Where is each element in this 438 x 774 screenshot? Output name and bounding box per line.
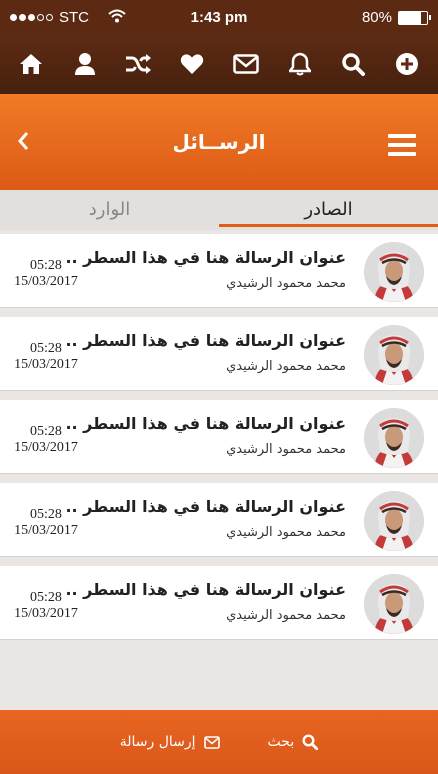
message-row[interactable]: عنوان الرسالة هنا في هذا السطر .. محمد م… — [0, 317, 438, 391]
message-row[interactable]: عنوان الرسالة هنا في هذا السطر .. محمد م… — [0, 400, 438, 474]
message-date: 15/03/2017 — [14, 440, 78, 455]
user-icon[interactable] — [72, 51, 98, 77]
search-icon[interactable] — [340, 51, 366, 77]
battery-percent: 80% — [361, 9, 392, 26]
message-date: 15/03/2017 — [14, 274, 78, 289]
avatar — [364, 325, 424, 385]
message-meta: 05:28 15/03/2017 — [10, 424, 82, 456]
shuffle-icon[interactable] — [125, 51, 152, 77]
search-icon — [302, 734, 319, 750]
heart-icon[interactable] — [179, 51, 205, 77]
message-tabs: الصادر الوارد — [0, 190, 438, 230]
tab-incoming[interactable]: الوارد — [0, 190, 219, 230]
send-message-label: إرسال رسالة — [119, 734, 196, 750]
search-label: بحث — [267, 734, 295, 750]
bell-icon[interactable] — [287, 51, 313, 77]
mail-icon[interactable] — [233, 51, 259, 77]
message-row[interactable]: عنوان الرسالة هنا في هذا السطر .. محمد م… — [0, 234, 438, 308]
status-bar: STC 1:43 pm 80% — [0, 0, 438, 34]
top-toolbar — [0, 34, 438, 94]
message-row[interactable]: عنوان الرسالة هنا في هذا السطر .. محمد م… — [0, 483, 438, 557]
message-subject: عنوان الرسالة هنا في هذا السطر .. — [65, 248, 346, 267]
message-time: 05:28 — [30, 341, 62, 356]
message-meta: 05:28 15/03/2017 — [10, 258, 82, 290]
message-sender: محمد محمود الرشيدي — [226, 276, 346, 291]
message-date: 15/03/2017 — [14, 523, 78, 538]
message-time: 05:28 — [30, 258, 62, 273]
avatar — [364, 574, 424, 634]
battery-icon — [398, 10, 431, 25]
menu-button[interactable] — [388, 134, 416, 156]
message-subject: عنوان الرسالة هنا في هذا السطر .. — [65, 331, 346, 350]
message-sender: محمد محمود الرشيدي — [226, 608, 346, 623]
tab-outgoing[interactable]: الصادر — [219, 190, 438, 230]
message-meta: 05:28 15/03/2017 — [10, 507, 82, 539]
bottom-bar: إرسال رسالة بحث — [0, 710, 438, 774]
message-subject: عنوان الرسالة هنا في هذا السطر .. — [65, 414, 346, 433]
avatar — [364, 242, 424, 302]
avatar — [364, 408, 424, 468]
page-title: الرســائل — [172, 130, 266, 154]
add-circle-icon[interactable] — [394, 51, 420, 77]
message-date: 15/03/2017 — [14, 606, 78, 621]
message-sender: محمد محمود الرشيدي — [226, 525, 346, 540]
message-time: 05:28 — [30, 507, 62, 522]
message-sender: محمد محمود الرشيدي — [226, 442, 346, 457]
message-time: 05:28 — [30, 424, 62, 439]
home-icon[interactable] — [18, 51, 44, 77]
page-header: الرســائل — [0, 94, 438, 190]
message-list: عنوان الرسالة هنا في هذا السطر .. محمد م… — [0, 234, 438, 649]
message-meta: 05:28 15/03/2017 — [10, 590, 82, 622]
mail-icon — [203, 735, 220, 749]
message-time: 05:28 — [30, 590, 62, 605]
message-subject: عنوان الرسالة هنا في هذا السطر .. — [65, 580, 346, 599]
message-meta: 05:28 15/03/2017 — [10, 341, 82, 373]
message-sender: محمد محمود الرشيدي — [226, 359, 346, 374]
avatar — [364, 491, 424, 551]
send-message-button[interactable]: إرسال رسالة — [120, 734, 220, 750]
search-button[interactable]: بحث — [268, 734, 319, 750]
message-date: 15/03/2017 — [14, 357, 78, 372]
message-subject: عنوان الرسالة هنا في هذا السطر .. — [65, 497, 346, 516]
message-row[interactable]: عنوان الرسالة هنا في هذا السطر .. محمد م… — [0, 566, 438, 640]
